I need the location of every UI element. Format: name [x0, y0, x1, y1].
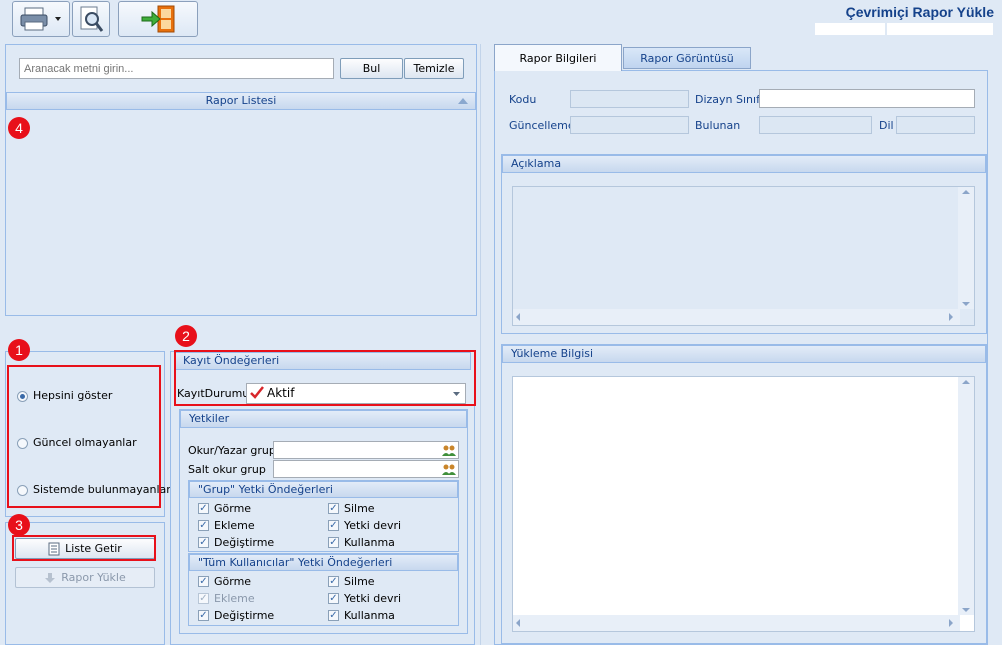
all-edit-label: Değiştirme: [214, 609, 275, 622]
group-defaults-panel: "Grup" Yetki Öndeğerleri ✓ Görme ✓ Silme…: [188, 480, 459, 552]
settings-button[interactable]: [72, 1, 110, 37]
all-view-checkbox[interactable]: ✓: [198, 576, 209, 587]
toolbar: Çevrimiçi Rapor Yükle: [0, 0, 1002, 42]
find-button[interactable]: Bul: [340, 58, 403, 79]
group-use-checkbox[interactable]: ✓: [328, 537, 339, 548]
highlight-box-list-button: [12, 535, 156, 561]
collapse-up-icon[interactable]: [458, 98, 468, 104]
report-list[interactable]: [6, 111, 476, 315]
updated-field: [570, 116, 689, 134]
users-icon: [442, 445, 456, 456]
ro-group-label: Salt okur grup: [188, 463, 266, 476]
highlight-box-defaults: [174, 350, 476, 406]
group-edit-label: Değiştirme: [214, 536, 275, 549]
group-view-label: Görme: [214, 502, 252, 515]
scroll-up-icon: [962, 380, 970, 384]
highlight-box-filters: [7, 365, 161, 508]
users-icon: [442, 464, 456, 475]
scroll-down-icon: [962, 608, 970, 612]
group-delegate-checkbox[interactable]: ✓: [328, 520, 339, 531]
scroll-right-icon: [949, 619, 953, 627]
group-delete-label: Silme: [344, 502, 375, 515]
permissions-panel: Yetkiler Okur/Yazar grup Salt okur grup …: [179, 409, 468, 634]
magnifier-settings-icon: [80, 6, 104, 32]
permissions-header: Yetkiler: [180, 410, 467, 428]
callout-2: 2: [175, 325, 197, 347]
title-field-1: [814, 22, 886, 36]
description-panel: Açıklama: [501, 154, 987, 334]
upload-report-label: Rapor Yükle: [61, 571, 126, 584]
description-vscroll[interactable]: [958, 187, 974, 309]
upload-info-panel: Yükleme Bilgisi: [501, 344, 987, 644]
rw-group-label: Okur/Yazar grup: [188, 444, 276, 457]
ro-group-input[interactable]: [273, 460, 459, 478]
all-users-defaults-panel: "Tüm Kullanıcılar" Yetki Öndeğerleri ✓ G…: [188, 553, 459, 626]
all-delegate-label: Yetki devri: [344, 592, 402, 605]
language-label: Dil: [879, 119, 894, 132]
group-add-checkbox[interactable]: ✓: [198, 520, 209, 531]
design-class-input[interactable]: [759, 89, 975, 108]
description-textarea[interactable]: [512, 186, 975, 326]
search-input[interactable]: [19, 58, 334, 79]
found-label: Bulunan: [695, 119, 741, 132]
report-list-panel: Bul Temizle Rapor Listesi: [5, 44, 477, 316]
group-delegate-label: Yetki devri: [344, 519, 402, 532]
scroll-left-icon: [516, 313, 520, 321]
found-field: [759, 116, 872, 134]
updated-label: Güncelleme: [509, 119, 575, 132]
all-view-label: Görme: [214, 575, 252, 588]
exit-door-icon: [141, 5, 175, 33]
upload-info-hscroll[interactable]: [513, 615, 960, 631]
page-title: Çevrimiçi Rapor Yükle: [845, 4, 994, 20]
rw-group-input[interactable]: [273, 441, 459, 459]
all-users-defaults-header: "Tüm Kullanıcılar" Yetki Öndeğerleri: [189, 554, 458, 571]
description-hscroll[interactable]: [513, 309, 960, 325]
report-list-header[interactable]: Rapor Listesi: [6, 92, 476, 110]
code-field: [570, 90, 689, 108]
scroll-up-icon: [962, 190, 970, 194]
all-add-checkbox[interactable]: ✓: [198, 593, 209, 604]
all-use-checkbox[interactable]: ✓: [328, 610, 339, 621]
download-arrow-icon: [45, 572, 56, 583]
code-label: Kodu: [509, 93, 537, 106]
description-header: Açıklama: [502, 155, 986, 173]
title-field-2: [886, 22, 994, 36]
upload-info-header: Yükleme Bilgisi: [502, 345, 986, 363]
all-use-label: Kullanma: [344, 609, 395, 622]
group-edit-checkbox[interactable]: ✓: [198, 537, 209, 548]
group-add-label: Ekleme: [214, 519, 255, 532]
upload-report-button[interactable]: Rapor Yükle: [15, 567, 155, 588]
tab-report-preview[interactable]: Rapor Görüntüsü: [623, 47, 751, 69]
group-defaults-header: "Grup" Yetki Öndeğerleri: [189, 481, 458, 498]
language-field: [896, 116, 975, 134]
splitter[interactable]: [480, 44, 490, 645]
all-delete-label: Silme: [344, 575, 375, 588]
scroll-left-icon: [516, 619, 520, 627]
exit-button[interactable]: [118, 1, 198, 37]
all-add-label: Ekleme: [214, 592, 255, 605]
print-button[interactable]: [12, 1, 70, 37]
report-list-title: Rapor Listesi: [205, 94, 277, 107]
callout-3: 3: [8, 514, 30, 536]
clear-button[interactable]: Temizle: [404, 58, 464, 79]
scroll-down-icon: [962, 302, 970, 306]
report-info-panel: Kodu Dizayn Sınıfı Güncelleme Bulunan Di…: [494, 70, 988, 645]
upload-info-vscroll[interactable]: [958, 377, 974, 615]
design-class-label: Dizayn Sınıfı: [695, 93, 764, 106]
printer-icon: [20, 7, 61, 31]
callout-1: 1: [8, 339, 30, 361]
callout-4: 4: [8, 117, 30, 139]
group-view-checkbox[interactable]: ✓: [198, 503, 209, 514]
scroll-right-icon: [949, 313, 953, 321]
all-delete-checkbox[interactable]: ✓: [328, 576, 339, 587]
upload-info-textarea[interactable]: [512, 376, 975, 632]
all-edit-checkbox[interactable]: ✓: [198, 610, 209, 621]
all-delegate-checkbox[interactable]: ✓: [328, 593, 339, 604]
tab-report-info[interactable]: Rapor Bilgileri: [494, 44, 622, 71]
group-use-label: Kullanma: [344, 536, 395, 549]
group-delete-checkbox[interactable]: ✓: [328, 503, 339, 514]
